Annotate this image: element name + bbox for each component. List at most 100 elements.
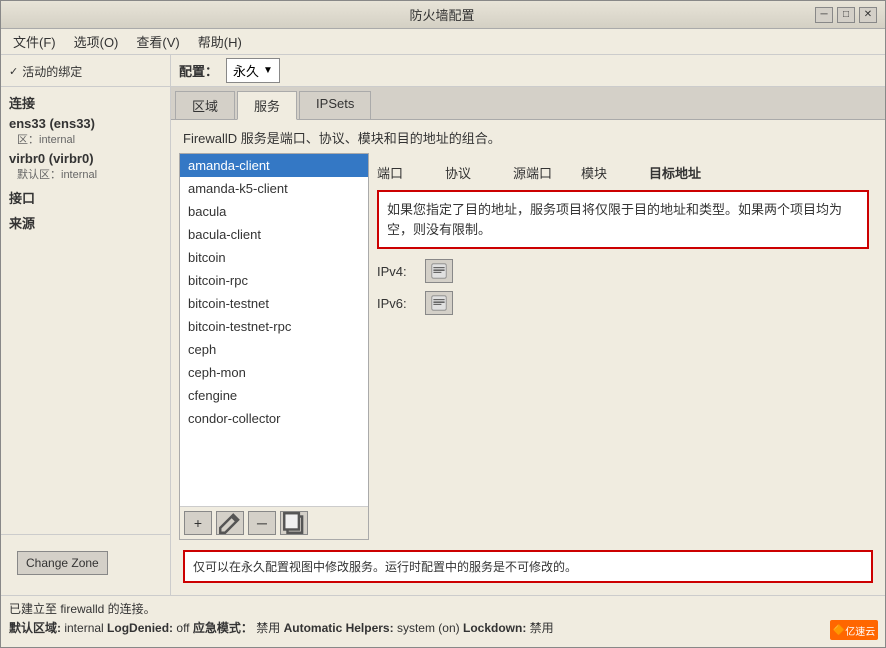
sidebar-item-virbr0[interactable]: virbr0 (virbr0) 默认区：internal [1, 149, 170, 184]
copy-service-button[interactable] [280, 511, 308, 535]
log-denied-prefix: LogDenied: [107, 621, 173, 635]
watermark-text: 亿速云 [845, 623, 875, 638]
service-item-amanda-client[interactable]: amanda-client [180, 154, 368, 177]
ipv4-edit-icon [431, 263, 447, 279]
dropdown-arrow-icon: ▼ [263, 65, 273, 76]
tab-ipsets[interactable]: IPSets [299, 91, 371, 119]
emergency-prefix: 应急模式： [193, 621, 253, 635]
add-service-button[interactable]: + [184, 511, 212, 535]
service-item-amanda-k5-client[interactable]: amanda-k5-client [180, 177, 368, 200]
watermark-logo: 🔶 亿速云 [830, 620, 878, 640]
remove-service-button[interactable]: ─ [248, 511, 276, 535]
window-title: 防火墙配置 [69, 5, 815, 24]
service-item-bitcoin[interactable]: bitcoin [180, 246, 368, 269]
ipv6-edit-icon [431, 295, 447, 311]
maximize-button[interactable]: □ [837, 7, 855, 23]
main-window: 防火墙配置 ─ □ ✕ 文件(F) 选项(O) 查看(V) 帮助(H) ✓ 活动… [0, 0, 886, 648]
config-value: 永久 [233, 61, 259, 80]
check-icon: ✓ [9, 65, 18, 78]
service-item-ceph-mon[interactable]: ceph-mon [180, 361, 368, 384]
default-zone-prefix: 默认区域: [9, 621, 61, 635]
content-area: FirewallD 服务是端口、协议、模块和目的地址的组合。 amanda-cl… [171, 120, 885, 595]
service-item-cfengine[interactable]: cfengine [180, 384, 368, 407]
active-binding-label: 活动的绑定 [22, 63, 82, 80]
main-content: ✓ 活动的绑定 连接 ens33 (ens33) 区：internal virb… [1, 55, 885, 595]
tab-services[interactable]: 服务 [237, 91, 297, 120]
change-zone-area: Change Zone [1, 534, 170, 591]
ipv4-edit-button[interactable] [425, 259, 453, 283]
ens33-zone: 区：internal [9, 131, 162, 147]
connections-label: 连接 [1, 89, 170, 114]
service-item-bacula-client[interactable]: bacula-client [180, 223, 368, 246]
watermark: 🔶 亿速云 [830, 620, 878, 640]
col-protocol: 协议 [445, 163, 505, 182]
edit-service-button[interactable] [216, 511, 244, 535]
menu-options[interactable]: 选项(O) [66, 30, 127, 53]
service-list-container: amanda-client amanda-k5-client bacula ba… [179, 153, 369, 540]
sidebar-divider-1 [1, 86, 170, 87]
auto-helpers-value: system (on) [397, 621, 460, 635]
default-zone-value: internal [64, 621, 103, 635]
window-controls: ─ □ ✕ [815, 7, 877, 23]
ipv4-label: IPv4: [377, 264, 417, 279]
change-zone-button[interactable]: Change Zone [17, 551, 108, 575]
service-item-bitcoin-rpc[interactable]: bitcoin-rpc [180, 269, 368, 292]
service-item-bitcoin-testnet[interactable]: bitcoin-testnet [180, 292, 368, 315]
service-item-bacula[interactable]: bacula [180, 200, 368, 223]
services-layout: amanda-client amanda-k5-client bacula ba… [179, 153, 877, 540]
col-dest-addr: 目标地址 [649, 163, 869, 182]
menu-bar: 文件(F) 选项(O) 查看(V) 帮助(H) [1, 29, 885, 55]
service-list: amanda-client amanda-k5-client bacula ba… [180, 154, 368, 506]
notice-text: 如果您指定了目的地址，服务项目将仅限于目的地址和类型。如果两个项目均为空，则没有… [387, 202, 842, 237]
tab-zones[interactable]: 区域 [175, 91, 235, 119]
menu-view[interactable]: 查看(V) [128, 30, 187, 53]
service-list-toolbar: + ─ [180, 506, 368, 539]
sidebar: ✓ 活动的绑定 连接 ens33 (ens33) 区：internal virb… [1, 55, 171, 595]
ipv4-row: IPv4: [377, 259, 869, 283]
lockdown-prefix: Lockdown: [463, 621, 526, 635]
details-status-line: 默认区域: internal LogDenied: off 应急模式： 禁用 A… [9, 619, 877, 636]
bottom-notice-text: 仅可以在永久配置视图中修改服务。运行时配置中的服务是不可修改的。 [193, 560, 577, 574]
col-src-port: 源端口 [513, 163, 573, 182]
detail-panel: 端口 协议 源端口 模块 目标地址 如果您指定了目的地址，服务项目将仅限于目的地… [369, 153, 877, 540]
sources-label: 来源 [1, 209, 170, 234]
edit-icon [217, 510, 243, 536]
destination-notice-box: 如果您指定了目的地址，服务项目将仅限于目的地址和类型。如果两个项目均为空，则没有… [377, 190, 869, 249]
config-dropdown[interactable]: 永久 ▼ [226, 58, 280, 83]
log-denied-value: off [176, 621, 189, 635]
close-button[interactable]: ✕ [859, 7, 877, 23]
minimize-button[interactable]: ─ [815, 7, 833, 23]
ipv6-edit-button[interactable] [425, 291, 453, 315]
virbr0-name: virbr0 (virbr0) [9, 151, 162, 166]
config-bar: 配置： 永久 ▼ [171, 55, 885, 87]
lockdown-value: 禁用 [530, 621, 554, 635]
virbr0-zone: 默认区：internal [9, 166, 162, 182]
menu-help[interactable]: 帮助(H) [190, 30, 250, 53]
sidebar-item-ens33[interactable]: ens33 (ens33) 区：internal [1, 114, 170, 149]
col-module: 模块 [581, 163, 641, 182]
copy-icon [281, 510, 307, 536]
emergency-value: 禁用 [256, 621, 280, 635]
title-bar: 防火墙配置 ─ □ ✕ [1, 1, 885, 29]
tabs-container: 区域 服务 IPSets [171, 87, 885, 120]
ens33-name: ens33 (ens33) [9, 116, 162, 131]
service-item-ceph[interactable]: ceph [180, 338, 368, 361]
ip-section: IPv4: [377, 259, 869, 315]
col-port: 端口 [377, 163, 437, 182]
service-item-condor-collector[interactable]: condor-collector [180, 407, 368, 430]
columns-header: 端口 协议 源端口 模块 目标地址 [377, 161, 869, 184]
ipv6-row: IPv6: [377, 291, 869, 315]
description-text: FirewallD 服务是端口、协议、模块和目的地址的组合。 [179, 128, 877, 147]
auto-helpers-prefix: Automatic Helpers: [284, 621, 394, 635]
menu-file[interactable]: 文件(F) [5, 30, 64, 53]
sidebar-spacer [1, 234, 170, 534]
status-bar: 已建立至 firewalld 的连接。 默认区域: internal LogDe… [1, 595, 885, 647]
bottom-notice-box: 仅可以在永久配置视图中修改服务。运行时配置中的服务是不可修改的。 [183, 550, 873, 583]
right-panel: 配置： 永久 ▼ 区域 服务 IPSets FirewallD 服务是端口、协议… [171, 55, 885, 595]
watermark-icon: 🔶 [833, 625, 845, 636]
ipv6-label: IPv6: [377, 296, 417, 311]
connection-status-line: 已建立至 firewalld 的连接。 [9, 600, 877, 617]
service-item-bitcoin-testnet-rpc[interactable]: bitcoin-testnet-rpc [180, 315, 368, 338]
interfaces-label: 接口 [1, 184, 170, 209]
active-binding-section: ✓ 活动的绑定 [1, 59, 170, 84]
